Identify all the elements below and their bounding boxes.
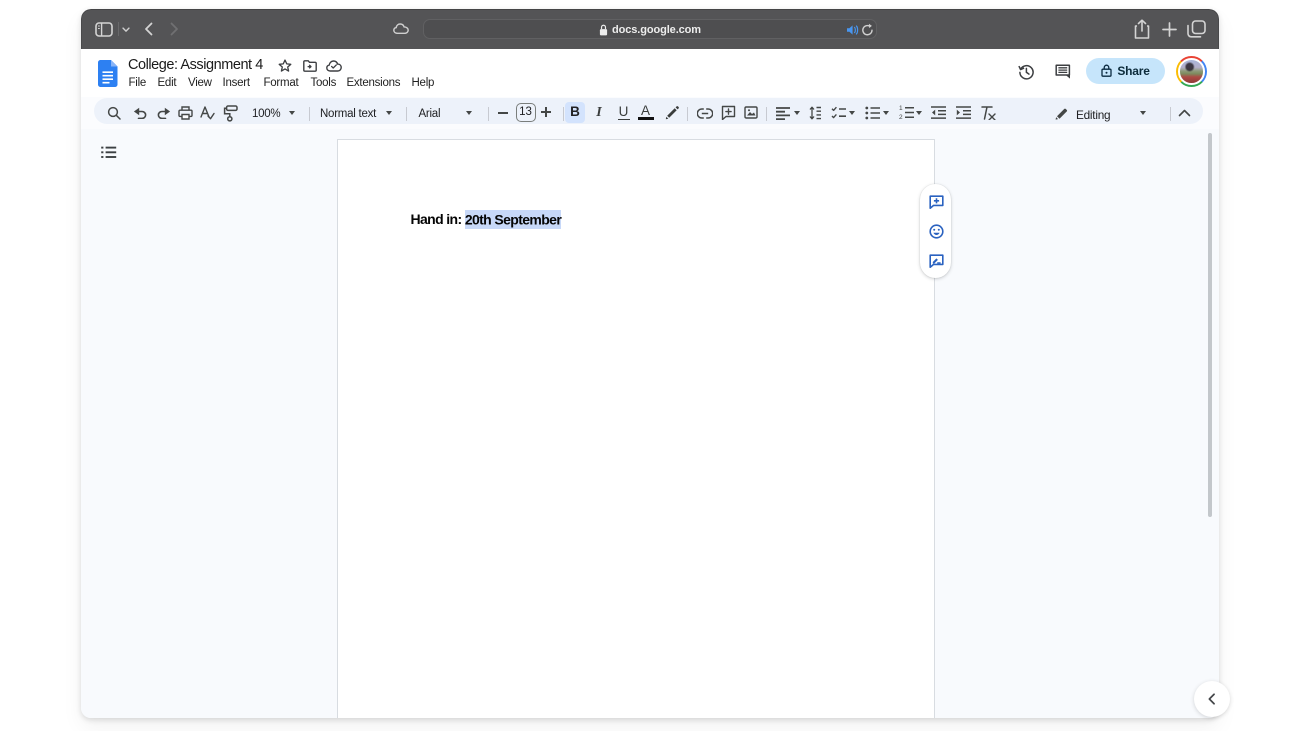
svg-text:2: 2 [899,114,903,120]
svg-text:1: 1 [899,105,903,112]
